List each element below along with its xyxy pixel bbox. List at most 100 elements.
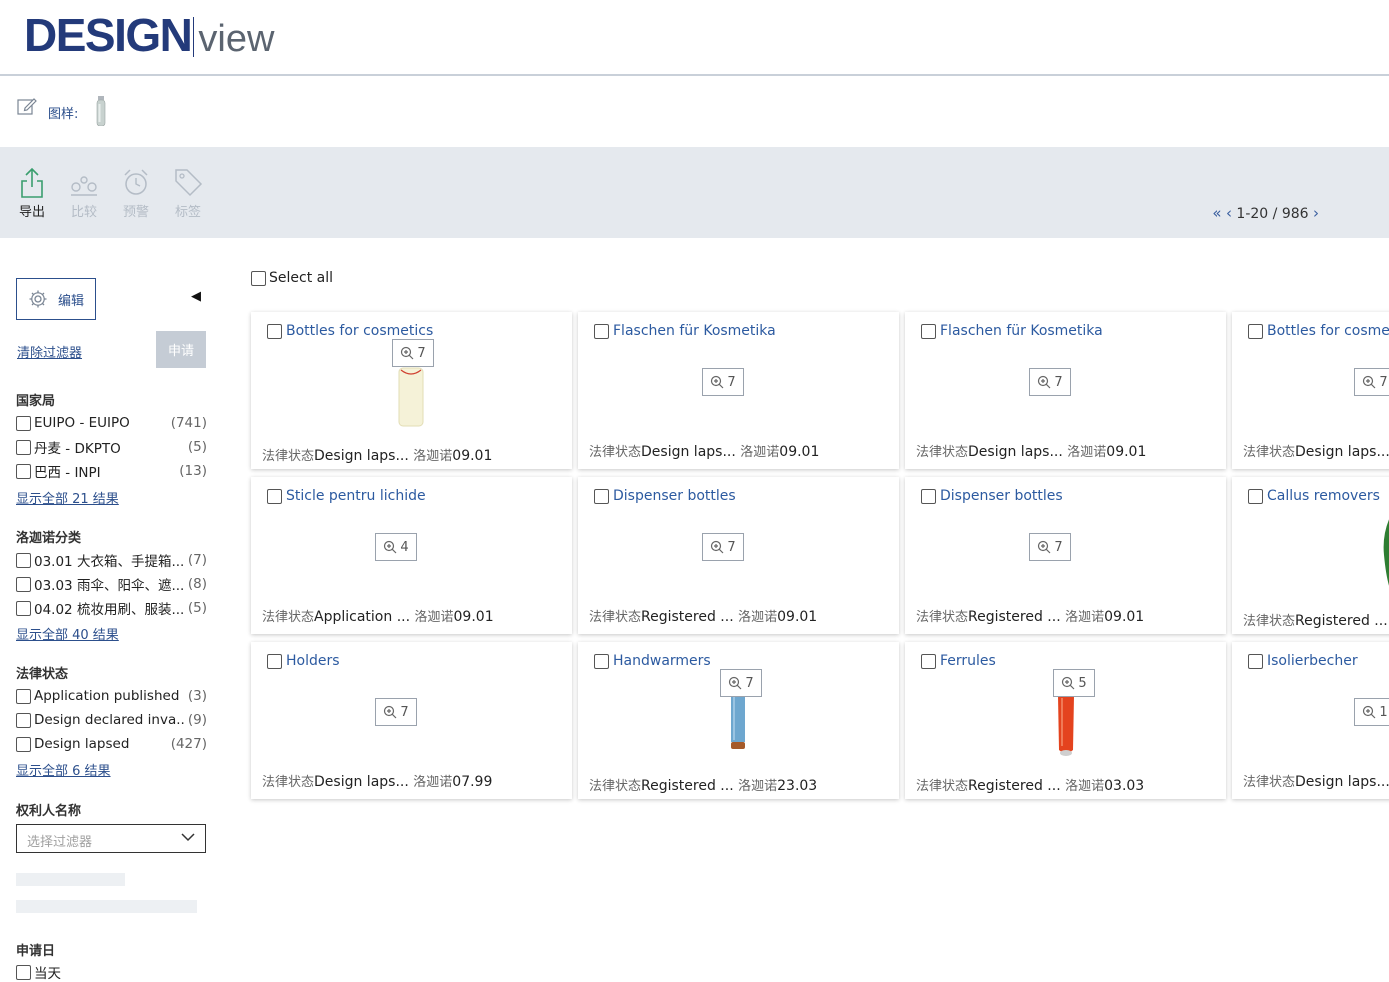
first-page-icon[interactable]: «	[1212, 204, 1221, 222]
filter-option[interactable]: 03.01 大衣箱、手提箱... (7)	[16, 550, 207, 570]
result-card[interactable]: Dispenser bottles 7 法律状态Registered ... 洛…	[905, 477, 1226, 634]
filter-checkbox[interactable]	[16, 415, 31, 431]
status-value: Design laps...	[1295, 774, 1389, 790]
card-title[interactable]: Dispenser bottles	[613, 488, 736, 504]
image-count-badge[interactable]: 7	[1029, 368, 1071, 396]
apply-filters-button[interactable]: 申请	[156, 331, 206, 368]
filter-checkbox[interactable]	[16, 600, 31, 616]
card-title[interactable]: Handwarmers	[613, 653, 711, 669]
card-title[interactable]: Sticle pentru lichide	[286, 488, 426, 504]
locarno-value: 07.99	[452, 774, 493, 790]
filter-checkbox[interactable]	[16, 964, 31, 980]
filter-option[interactable]: EUIPO - EUIPO (741)	[16, 413, 207, 433]
filter-option[interactable]: Design lapsed (427)	[16, 734, 207, 754]
card-meta: 法律状态Design laps... 洛迦诺07.99	[262, 771, 492, 790]
card-title[interactable]: Holders	[286, 653, 340, 669]
card-title[interactable]: Flaschen für Kosmetika	[613, 323, 776, 339]
card-meta: 法律状态Registered ...	[1243, 610, 1388, 629]
filter-checkbox[interactable]	[16, 736, 31, 752]
result-card[interactable]: Ferrules 5 法律状态Registered ... 洛迦诺03.03	[905, 642, 1226, 799]
show-all-locarno-link[interactable]: 显示全部 40 结果	[16, 624, 119, 643]
result-card[interactable]: Flaschen für Kosmetika 7 法律状态Design laps…	[578, 312, 899, 469]
design-thumbnail[interactable]	[1055, 688, 1077, 758]
image-count-badge[interactable]: 1	[1354, 698, 1389, 726]
card-checkbox[interactable]	[921, 323, 936, 339]
image-count-badge[interactable]: 7	[702, 533, 744, 561]
compare-label: 比较	[70, 205, 97, 220]
card-checkbox[interactable]	[267, 653, 282, 669]
image-count-badge[interactable]: 7	[375, 698, 417, 726]
image-count-badge[interactable]: 7	[720, 669, 762, 697]
card-title[interactable]: Isolierbecher	[1267, 653, 1358, 669]
filter-checkbox[interactable]	[16, 463, 31, 479]
collapse-sidebar-icon[interactable]: ◀	[191, 289, 201, 304]
result-card[interactable]: Isolierbecher 1 法律状态Design laps...	[1232, 642, 1389, 799]
card-checkbox[interactable]	[594, 653, 609, 669]
card-checkbox[interactable]	[267, 323, 282, 339]
filter-option[interactable]: 丹麦 - DKPTO (5)	[16, 437, 207, 457]
filter-option[interactable]: Design declared inva... (9)	[16, 710, 207, 730]
card-checkbox[interactable]	[1248, 323, 1263, 339]
result-card[interactable]: Bottles for cosmetics 7 法律状态Design laps.…	[251, 312, 572, 469]
result-card[interactable]: Callus removers 法律状态Registered ...	[1232, 477, 1389, 634]
export-button[interactable]: 导出	[12, 167, 52, 220]
filter-checkbox[interactable]	[16, 552, 31, 568]
image-count-badge[interactable]: 7	[1354, 368, 1389, 396]
card-checkbox[interactable]	[1248, 488, 1263, 504]
card-checkbox[interactable]	[1248, 653, 1263, 669]
owner-filter-select[interactable]: 选择过滤器	[16, 824, 206, 853]
design-thumbnail[interactable]	[397, 364, 425, 428]
image-count-badge[interactable]: 7	[702, 368, 744, 396]
filter-option[interactable]: 当天	[16, 962, 207, 982]
card-title[interactable]: Bottles for cosmet	[1267, 323, 1389, 339]
locarno-value: 09.01	[779, 444, 820, 460]
filter-checkbox[interactable]	[16, 712, 31, 728]
card-checkbox[interactable]	[921, 653, 936, 669]
edit-filters-button[interactable]: 编辑	[16, 278, 96, 320]
card-title[interactable]: Callus removers	[1267, 488, 1380, 504]
select-all-checkbox[interactable]	[251, 270, 266, 286]
card-title[interactable]: Dispenser bottles	[940, 488, 1063, 504]
result-card[interactable]: Holders 7 法律状态Design laps... 洛迦诺07.99	[251, 642, 572, 799]
select-all[interactable]: Select all	[251, 270, 333, 286]
image-count-badge[interactable]: 5	[1053, 669, 1095, 697]
previous-page-icon[interactable]: ‹	[1226, 204, 1232, 222]
filter-option[interactable]: 03.03 雨伞、阳伞、遮... (8)	[16, 574, 207, 594]
show-all-offices-link[interactable]: 显示全部 21 结果	[16, 488, 119, 507]
loading-placeholder	[16, 900, 197, 913]
filter-option[interactable]: 巴西 - INPI (13)	[16, 461, 207, 481]
compare-button[interactable]: 比较	[64, 167, 104, 220]
compare-icon	[71, 176, 97, 196]
filter-checkbox[interactable]	[16, 688, 31, 704]
query-design-thumbnail[interactable]	[96, 96, 106, 126]
card-title[interactable]: Flaschen für Kosmetika	[940, 323, 1103, 339]
design-thumbnail[interactable]	[728, 688, 748, 750]
edit-search-icon[interactable]	[17, 96, 37, 116]
show-all-status-link[interactable]: 显示全部 6 结果	[16, 760, 111, 779]
card-checkbox[interactable]	[267, 488, 282, 504]
filter-option[interactable]: Application published (3)	[16, 686, 207, 706]
result-card[interactable]: Flaschen für Kosmetika 7 法律状态Design laps…	[905, 312, 1226, 469]
filter-checkbox[interactable]	[16, 439, 31, 455]
card-checkbox[interactable]	[921, 488, 936, 504]
filter-checkbox[interactable]	[16, 576, 31, 592]
result-card[interactable]: Sticle pentru lichide 4 法律状态Application …	[251, 477, 572, 634]
result-card[interactable]: Handwarmers 7 法律状态Registered ... 洛迦诺23.0…	[578, 642, 899, 799]
result-card[interactable]: Dispenser bottles 7 法律状态Registered ... 洛…	[578, 477, 899, 634]
image-count-badge[interactable]: 7	[392, 339, 434, 367]
image-count-badge[interactable]: 4	[375, 533, 417, 561]
tag-button[interactable]: 标签	[168, 167, 208, 220]
card-checkbox[interactable]	[594, 488, 609, 504]
card-checkbox[interactable]	[594, 323, 609, 339]
filter-option[interactable]: 04.02 梳妆用刷、服装... (5)	[16, 598, 207, 618]
next-page-icon[interactable]: ›	[1313, 204, 1319, 222]
pagination: « ‹ 1-20 / 986 ›	[1212, 204, 1319, 222]
card-title[interactable]: Ferrules	[940, 653, 996, 669]
result-card[interactable]: Bottles for cosmet 7 法律状态Design laps...	[1232, 312, 1389, 469]
clear-filters-link[interactable]: 清除过滤器	[17, 342, 82, 361]
image-count-badge[interactable]: 7	[1029, 533, 1071, 561]
card-title[interactable]: Bottles for cosmetics	[286, 323, 433, 339]
designview-logo[interactable]: DESIGN view	[24, 8, 274, 62]
alert-button[interactable]: 预警	[116, 167, 156, 220]
design-thumbnail[interactable]	[1380, 515, 1389, 591]
